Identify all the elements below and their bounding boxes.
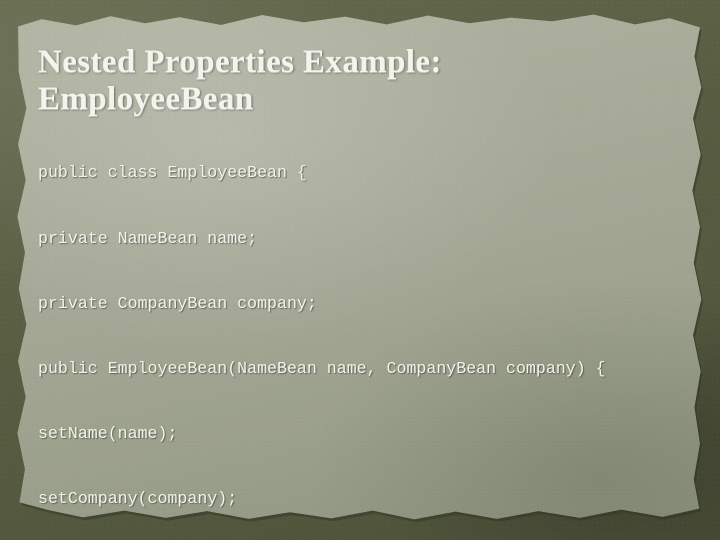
code-line: private NameBean name; bbox=[38, 228, 258, 248]
code-block: public class EmployeeBean { private Name… bbox=[38, 119, 688, 540]
slide-content: Nested Properties Example: EmployeeBean … bbox=[0, 0, 720, 540]
title-line-2: EmployeeBean bbox=[38, 81, 254, 118]
page-title: Nested Properties Example: EmployeeBean bbox=[38, 44, 658, 118]
code-line: public class EmployeeBean { bbox=[38, 163, 307, 183]
code-line: setName(name); bbox=[38, 423, 178, 443]
code-line: private CompanyBean company; bbox=[38, 293, 317, 313]
code-line: setCompany(company); bbox=[38, 488, 238, 508]
title-line-1: Nested Properties Example: bbox=[38, 44, 442, 81]
slide-canvas: Nested Properties Example: EmployeeBean … bbox=[0, 0, 720, 540]
code-line: public EmployeeBean(NameBean name, Compa… bbox=[38, 358, 606, 378]
